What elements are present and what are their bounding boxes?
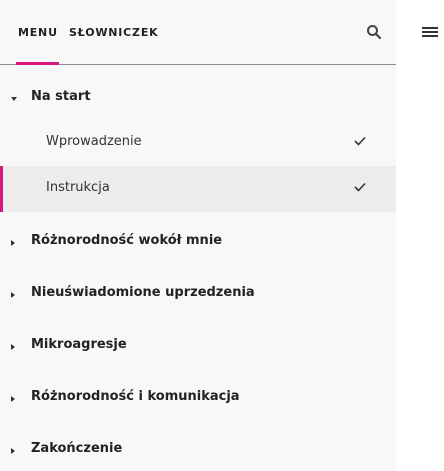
content-panel <box>396 0 444 471</box>
caret-right-icon <box>11 396 15 402</box>
menu-item-instrukcja[interactable]: Instrukcja <box>0 166 396 212</box>
menu-section-label: Różnorodność i komunikacja <box>31 389 240 404</box>
menu-section-label: Zakończenie <box>31 441 123 456</box>
menu-item-label: Instrukcja <box>46 180 110 195</box>
checkmark-icon <box>354 136 366 146</box>
caret-right-icon <box>11 448 15 454</box>
caret-right-icon <box>11 292 15 298</box>
checkmark-icon <box>354 182 366 192</box>
menu-section-label: Nieuświadomione uprzedzenia <box>31 285 255 300</box>
menu-section-nieuswiadomione-uprzedzenia[interactable]: Nieuświadomione uprzedzenia <box>0 284 396 304</box>
menu-item-wprowadzenie[interactable]: Wprowadzenie <box>0 120 396 166</box>
search-icon <box>367 25 382 40</box>
tab-menu[interactable]: MENU <box>18 26 58 39</box>
menu-section-mikroagresje[interactable]: Mikroagresje <box>0 336 396 356</box>
tab-glossary[interactable]: SŁOWNICZEK <box>69 26 158 39</box>
navigation-sidebar: MENU SŁOWNICZEK Na start Wprowadzenie In… <box>0 0 396 471</box>
menu-section-roznorodnosc-wokol-mnie[interactable]: Różnorodność wokół mnie <box>0 232 396 252</box>
active-item-indicator <box>0 166 3 212</box>
caret-right-icon <box>11 240 15 246</box>
active-tab-indicator <box>16 62 59 65</box>
menu-section-label: Na start <box>31 89 91 104</box>
menu-section-roznorodnosc-i-komunikacja[interactable]: Różnorodność i komunikacja <box>0 388 396 408</box>
caret-down-icon <box>11 97 17 101</box>
caret-right-icon <box>11 344 15 350</box>
menu-section-label: Mikroagresje <box>31 337 127 352</box>
hamburger-icon[interactable] <box>422 27 438 37</box>
menu-section-na-start[interactable]: Na start <box>0 88 396 108</box>
search-button[interactable] <box>366 24 382 40</box>
sidebar-header: MENU SŁOWNICZEK <box>0 0 396 65</box>
menu-item-label: Wprowadzenie <box>46 134 142 149</box>
menu-section-zakonczenie[interactable]: Zakończenie <box>0 440 396 460</box>
menu-section-label: Różnorodność wokół mnie <box>31 233 223 248</box>
